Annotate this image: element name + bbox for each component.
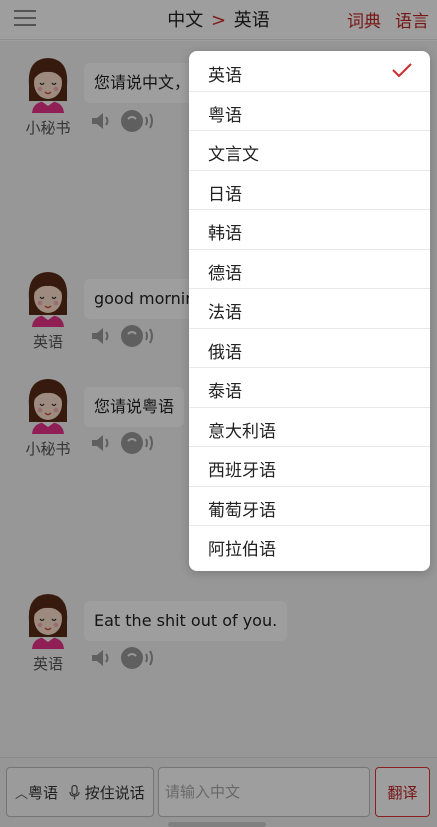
- language-option[interactable]: 西班牙语: [189, 447, 430, 487]
- language-option[interactable]: 法语: [189, 289, 430, 329]
- language-option[interactable]: 文言文: [189, 131, 430, 171]
- language-dropdown: 英语 粤语 文言文 日语 韩语 德语 法语 俄语 泰语 意大利语 西班牙语 葡萄…: [189, 51, 430, 571]
- language-option-label: 文言文: [208, 145, 259, 165]
- language-option-label: 阿拉伯语: [208, 540, 276, 560]
- language-option-label: 德语: [208, 263, 242, 284]
- language-option-label: 日语: [208, 184, 242, 205]
- language-option[interactable]: 德语: [189, 250, 430, 289]
- language-option[interactable]: 英语: [189, 52, 430, 92]
- language-option[interactable]: 阿拉伯语: [189, 526, 430, 566]
- language-option[interactable]: 俄语: [189, 329, 430, 368]
- language-option[interactable]: 泰语: [189, 368, 430, 408]
- language-option-label: 西班牙语: [208, 461, 276, 481]
- language-option[interactable]: 日语: [189, 171, 430, 210]
- language-option[interactable]: 意大利语: [189, 408, 430, 447]
- language-option-label: 泰语: [208, 382, 242, 402]
- language-option-label: 意大利语: [208, 421, 276, 442]
- language-option-label: 葡萄牙语: [208, 500, 276, 521]
- language-option-label: 俄语: [208, 342, 242, 363]
- language-option[interactable]: 粤语: [189, 92, 430, 131]
- language-option-label: 粤语: [208, 105, 242, 126]
- language-option-label: 英语: [208, 66, 242, 86]
- language-option[interactable]: 葡萄牙语: [189, 487, 430, 526]
- checkmark-icon: [392, 63, 412, 78]
- language-option-label: 韩语: [208, 224, 242, 244]
- language-option-label: 法语: [208, 303, 242, 323]
- language-option[interactable]: 韩语: [189, 210, 430, 250]
